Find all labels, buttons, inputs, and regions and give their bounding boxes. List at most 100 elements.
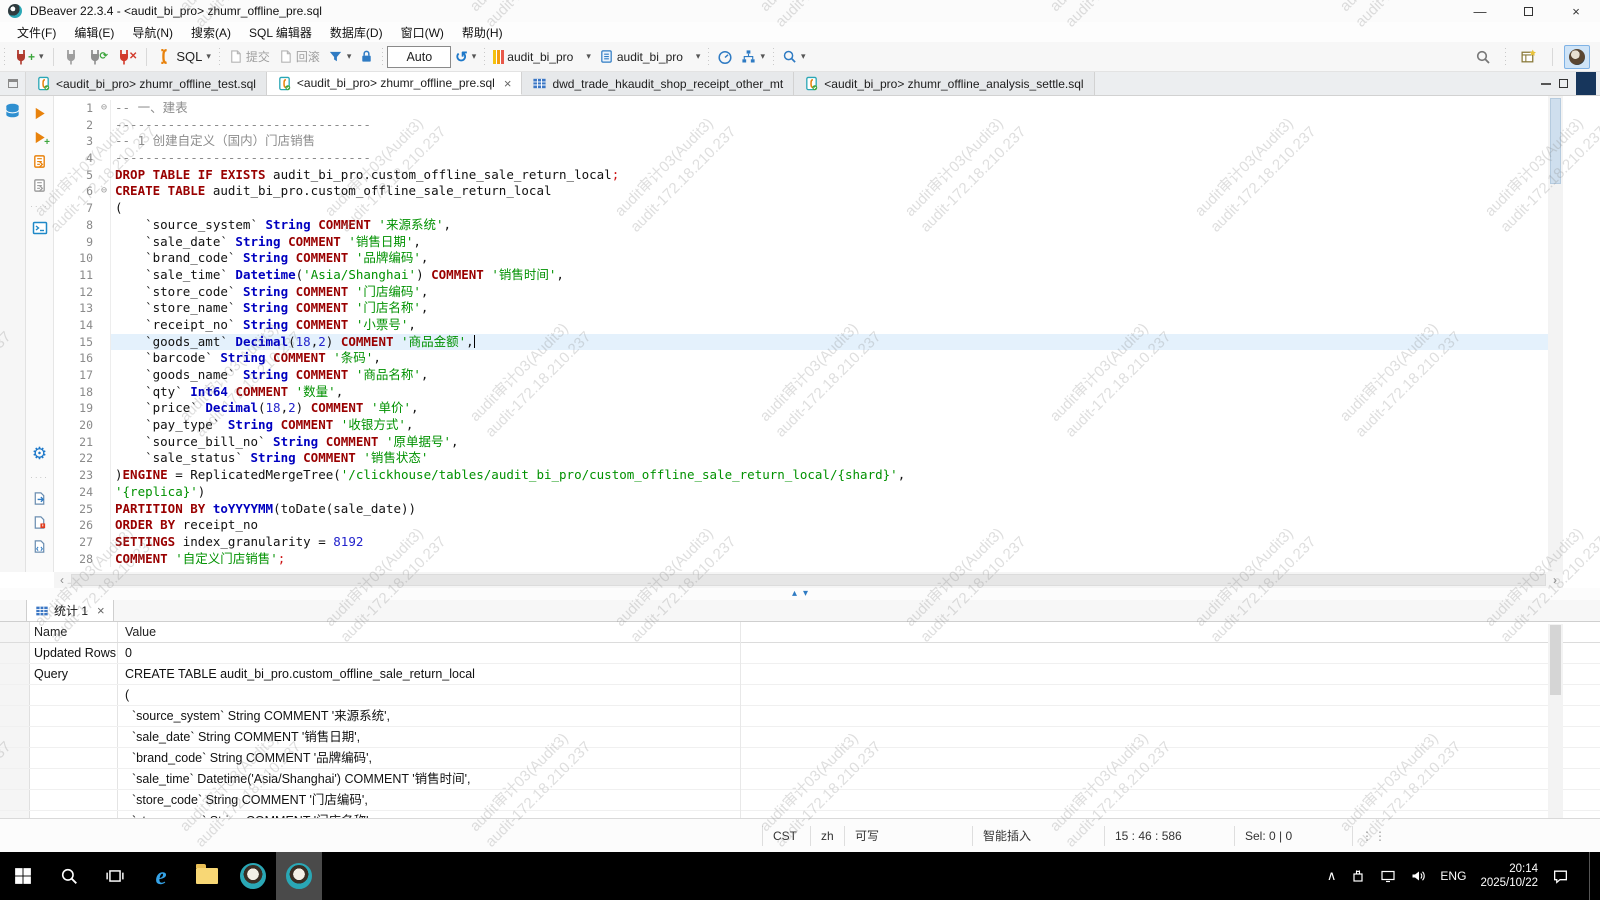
table-row[interactable]: `store_name` String COMMENT '门店名称',	[0, 811, 1600, 818]
tab-close-icon[interactable]: ×	[97, 603, 105, 618]
table-row[interactable]: Query CREATE TABLE audit_bi_pro.custom_of…	[0, 664, 1600, 685]
scroll-left-icon[interactable]: ‹	[54, 573, 70, 587]
volume-tray-icon[interactable]	[1410, 868, 1426, 884]
editor-line[interactable]: 19 `price` Decimal(18,2) COMMENT '单价',	[54, 400, 1548, 418]
editor-line[interactable]: 5 DROP TABLE IF EXISTS audit_bi_pro.custo…	[54, 166, 1548, 184]
chevron-down-icon[interactable]: ▾	[39, 51, 44, 62]
menu-item[interactable]: 帮助(H)	[453, 24, 512, 41]
database-navigator-icon[interactable]	[4, 102, 21, 119]
scroll-right-icon[interactable]: ›	[1547, 573, 1563, 587]
editor-line[interactable]: 6 ⊖ CREATE TABLE audit_bi_pro.custom_offli…	[54, 183, 1548, 201]
db-search-button[interactable]: ▾	[778, 45, 810, 69]
table-row[interactable]: `sale_time` Datetime('Asia/Shanghai') CO…	[0, 769, 1600, 790]
taskbar-clock[interactable]: 20:14 2025/10/22	[1480, 862, 1538, 890]
table-row[interactable]: (	[0, 685, 1600, 706]
search-icon[interactable]	[1471, 45, 1495, 69]
file-explorer-icon[interactable]	[184, 852, 230, 900]
editor-line[interactable]: 10 `brand_code` String COMMENT '品牌编码',	[54, 250, 1548, 267]
editor-line[interactable]: 21 `source_bill_no` String COMMENT '原单据号…	[54, 433, 1548, 451]
editor-line[interactable]: 23)ENGINE = ReplicatedMergeTree('/clickh…	[54, 467, 1548, 484]
editor-line[interactable]: 2 ----------------------------------	[54, 116, 1548, 134]
status-timezone[interactable]: CST	[762, 825, 810, 846]
editor-line[interactable]: 4 ----------------------------------	[54, 150, 1548, 167]
usb-tray-icon[interactable]	[1350, 868, 1366, 884]
editor-line[interactable]: 20 `pay_type` String COMMENT '收银方式',	[54, 417, 1548, 434]
terminal-icon[interactable]	[32, 220, 48, 236]
gear-icon[interactable]: ⚙	[32, 444, 47, 464]
script-source-icon[interactable]	[32, 539, 47, 554]
editor-line[interactable]: 17 `goods_name` String COMMENT '商品名称',	[54, 367, 1548, 384]
close-button[interactable]: ×	[1552, 0, 1600, 22]
menu-item[interactable]: 编辑(E)	[65, 24, 123, 41]
internet-explorer-icon[interactable]: e	[138, 852, 184, 900]
fold-marker-icon[interactable]: ⊖	[98, 100, 111, 117]
editor-line[interactable]: 14 `receipt_no` String COMMENT '小票号',	[54, 316, 1548, 334]
dbeaver-taskbar-icon[interactable]	[230, 852, 276, 900]
connect-button[interactable]	[59, 45, 83, 69]
export-result-icon[interactable]	[32, 491, 47, 506]
tray-chevron-up-icon[interactable]: ∧	[1327, 868, 1337, 884]
status-selection[interactable]: Sel: 0 | 0	[1234, 825, 1352, 846]
editor-line[interactable]: 28 COMMENT '自定义门店销售';	[54, 550, 1548, 568]
editor-vertical-scrollbar[interactable]	[1548, 96, 1563, 572]
tab-dwd-trade-table[interactable]: dwd_trade_hkaudit_shop_receipt_other_mt	[522, 72, 795, 95]
column-header-value[interactable]: Value	[118, 622, 1600, 642]
menu-item[interactable]: 导航(N)	[123, 24, 182, 41]
start-button[interactable]	[0, 852, 46, 900]
connection-selector[interactable]: audit_bi_pro ▾	[489, 45, 595, 69]
taskbar-search-icon[interactable]	[46, 852, 92, 900]
execute-new-tab-icon[interactable]: +	[32, 130, 50, 148]
dbeaver-taskbar-icon-active[interactable]	[276, 852, 322, 900]
menu-item[interactable]: 数据库(D)	[321, 24, 392, 41]
chevron-down-icon[interactable]: ▾	[801, 51, 806, 62]
transaction-filter-button[interactable]: ▾	[324, 45, 356, 69]
er-diagram-button[interactable]: ▾	[737, 45, 769, 69]
sql-editor-button[interactable]: SQL ▾	[152, 45, 215, 69]
sash-collapse-icon[interactable]: ▴	[792, 589, 797, 599]
editor-line[interactable]: 3 -- 1 创建自定义（国内）门店销售	[54, 133, 1548, 151]
editor-horizontal-scrollbar[interactable]: ‹ ›	[54, 572, 1563, 588]
editor-results-sash[interactable]: ▴ ▾	[0, 588, 1600, 600]
menu-item[interactable]: 搜索(A)	[182, 24, 240, 41]
new-connection-button[interactable]: + ▾	[9, 45, 48, 69]
input-language-indicator[interactable]: ENG	[1440, 869, 1466, 883]
execute-script-icon[interactable]	[32, 154, 47, 169]
tab-zhumr-offline-test[interactable]: <audit_bi_pro> zhumr_offline_test.sql	[26, 72, 267, 95]
menu-item[interactable]: SQL 编辑器	[240, 24, 321, 41]
save-to-file-icon[interactable]	[32, 515, 47, 530]
editor-line[interactable]: 11 `sale_time` Datetime('Asia/Shanghai')…	[54, 266, 1548, 284]
editor-line[interactable]: 16 `barcode` String COMMENT '条码',	[54, 350, 1548, 367]
menu-item[interactable]: 文件(F)	[8, 24, 65, 41]
chevron-down-icon[interactable]: ▾	[472, 51, 477, 62]
user-profile-button[interactable]	[1564, 44, 1590, 69]
editor-line[interactable]: 15 `goods_amt` Decimal(18,2) COMMENT '商品…	[54, 333, 1548, 351]
perspective-icon[interactable]	[1516, 45, 1541, 69]
table-row[interactable]: Updated Rows 0	[0, 643, 1600, 664]
tab-statistics[interactable]: 统计 1 ×	[26, 600, 114, 621]
network-tray-icon[interactable]	[1380, 868, 1396, 884]
maximize-panel-icon[interactable]	[1559, 79, 1568, 88]
transaction-log-button[interactable]: ↺ ▾	[451, 45, 480, 69]
minimize-button[interactable]: —	[1456, 0, 1504, 22]
fold-marker-icon[interactable]: ⊖	[98, 183, 111, 201]
editor-line[interactable]: 24 '{replica}')	[54, 483, 1548, 501]
chevron-down-icon[interactable]: ▾	[586, 51, 591, 62]
table-row[interactable]: `store_code` String COMMENT '门店编码',	[0, 790, 1600, 811]
commit-mode-button[interactable]: Auto	[387, 45, 452, 68]
schema-selector[interactable]: audit_bi_pro ▾	[595, 45, 705, 69]
tab-zhumr-offline-analysis[interactable]: <audit_bi_pro> zhumr_offline_analysis_se…	[794, 72, 1095, 95]
editor-line[interactable]: 22 `sale_status` String COMMENT '销售状态'	[54, 450, 1548, 468]
explain-plan-icon[interactable]	[32, 178, 47, 193]
status-language[interactable]: zh	[810, 825, 844, 846]
status-writable[interactable]: 可写	[844, 825, 972, 846]
editor-line[interactable]: 9 `sale_date` String COMMENT '销售日期',	[54, 233, 1548, 251]
restore-view-icon[interactable]	[0, 72, 26, 95]
chevron-down-icon[interactable]: ▾	[760, 51, 765, 62]
chevron-down-icon[interactable]: ▾	[696, 51, 701, 62]
editor-line[interactable]: 25 PARTITION BY toYYYYMM(toDate(sale_date…	[54, 500, 1548, 518]
minimize-panel-icon[interactable]	[1541, 82, 1551, 85]
status-caret-position[interactable]: 15 : 46 : 586	[1104, 825, 1234, 846]
status-drag-handle[interactable]: ⋮⋮	[1352, 825, 1395, 846]
tab-close-icon[interactable]: ×	[504, 76, 512, 91]
editor-line[interactable]: 8 `source_system` String COMMENT '来源系统',	[54, 216, 1548, 234]
